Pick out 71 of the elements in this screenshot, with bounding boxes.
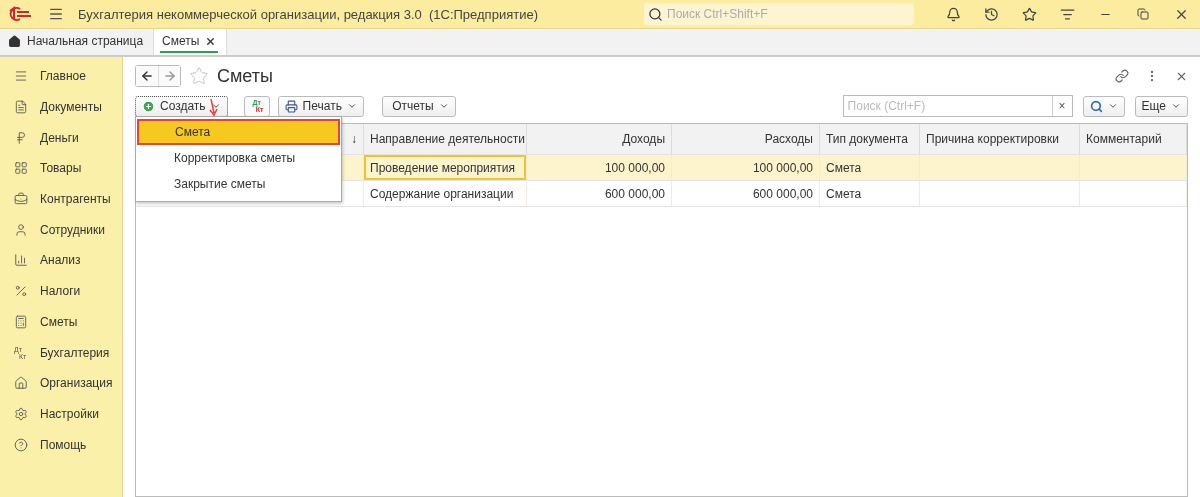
sidebar-item[interactable]: Налоги bbox=[40, 284, 81, 299]
sidebar-item[interactable]: Организация bbox=[40, 376, 113, 391]
search-button[interactable] bbox=[1082, 95, 1125, 117]
percent-icon bbox=[14, 284, 28, 299]
table-cell: 600 000,00 bbox=[672, 181, 820, 206]
arrow-annotation bbox=[208, 99, 218, 117]
arrow-left-icon bbox=[140, 69, 154, 83]
sidebar-item[interactable]: Деньги bbox=[40, 130, 79, 145]
create-button[interactable]: Создать bbox=[135, 95, 228, 117]
question-icon bbox=[14, 437, 28, 452]
grid-icon bbox=[14, 161, 28, 176]
menu-item[interactable]: Смета bbox=[137, 119, 340, 145]
printer-icon bbox=[284, 99, 298, 113]
link-icon[interactable] bbox=[1115, 69, 1129, 83]
column-header[interactable]: Комментарий bbox=[1080, 124, 1187, 154]
tab[interactable]: Сметы bbox=[154, 29, 228, 55]
arrow-right-icon bbox=[162, 69, 177, 83]
table-cell: Проведение мероприятия bbox=[364, 155, 527, 180]
column-header[interactable]: Направление деятельности bbox=[364, 124, 527, 154]
reports-button[interactable]: Отчеты bbox=[381, 95, 456, 117]
table-cell: 100 000,00 bbox=[527, 155, 672, 180]
caret-icon bbox=[438, 101, 449, 111]
tab-label: Начальная страница bbox=[27, 34, 144, 48]
search-icon bbox=[1089, 99, 1103, 113]
home-icon bbox=[8, 34, 21, 48]
sidebar-item[interactable]: Бухгалтерия bbox=[40, 345, 110, 360]
gear-icon bbox=[14, 406, 28, 421]
table-cell: Содержание организации bbox=[364, 181, 527, 206]
table-cell: 100 000,00 bbox=[672, 155, 820, 180]
sidebar-item[interactable]: Помощь bbox=[40, 437, 87, 452]
sidebar-item[interactable]: Контрагенты bbox=[40, 192, 111, 207]
back-button[interactable] bbox=[136, 66, 158, 86]
tab-label: Сметы bbox=[162, 34, 200, 48]
calculator-icon bbox=[14, 314, 28, 329]
menu-item[interactable]: Корректировка сметы bbox=[136, 145, 341, 171]
column-header[interactable]: Тип документа bbox=[820, 124, 920, 154]
house-icon bbox=[14, 376, 28, 391]
column-header[interactable]: Доходы bbox=[527, 124, 672, 154]
sidebar-item[interactable]: Настройки bbox=[40, 406, 99, 421]
sidebar-item[interactable]: Анализ bbox=[40, 253, 81, 268]
close-icon[interactable] bbox=[205, 35, 217, 47]
column-header[interactable]: Причина корректировки bbox=[920, 124, 1080, 154]
table-cell: Смета bbox=[820, 181, 920, 206]
plus-icon bbox=[142, 99, 155, 113]
sidebar-item[interactable]: Товары bbox=[40, 161, 82, 176]
menu-item[interactable]: Закрытие сметы bbox=[136, 171, 341, 197]
form-title: Сметы bbox=[217, 65, 274, 87]
sidebar-item[interactable]: Сметы bbox=[40, 314, 78, 329]
sidebar-item[interactable]: Главное bbox=[40, 69, 86, 84]
column-header[interactable]: Расходы bbox=[672, 124, 820, 154]
print-button[interactable]: Печать bbox=[277, 95, 364, 117]
window-title: Бухгалтерия некоммерческой организации, редакция 3.0 (1С:Предприятие) bbox=[78, 6, 539, 22]
document-icon bbox=[14, 100, 28, 115]
briefcase-icon bbox=[14, 192, 28, 207]
more-button[interactable]: Еще bbox=[1134, 95, 1188, 117]
caret-icon bbox=[1107, 101, 1118, 111]
person-icon bbox=[14, 222, 28, 237]
caret-icon bbox=[210, 101, 221, 111]
bar-chart-icon bbox=[14, 253, 28, 268]
sidebar-item[interactable]: Документы bbox=[40, 100, 102, 115]
table-cell: Смета bbox=[820, 155, 920, 180]
menu-icon[interactable] bbox=[48, 6, 64, 22]
search-field[interactable]: Поиск (Ctrl+F) × bbox=[842, 95, 1073, 117]
sidebar-item[interactable]: Сотрудники bbox=[40, 222, 105, 237]
caret-icon bbox=[1171, 101, 1181, 111]
ruble-icon bbox=[14, 130, 28, 145]
caret-icon bbox=[346, 101, 357, 111]
table-cell: 600 000,00 bbox=[527, 181, 672, 206]
star-icon[interactable] bbox=[189, 66, 209, 86]
menu-icon bbox=[14, 69, 28, 84]
search-icon bbox=[648, 6, 663, 22]
